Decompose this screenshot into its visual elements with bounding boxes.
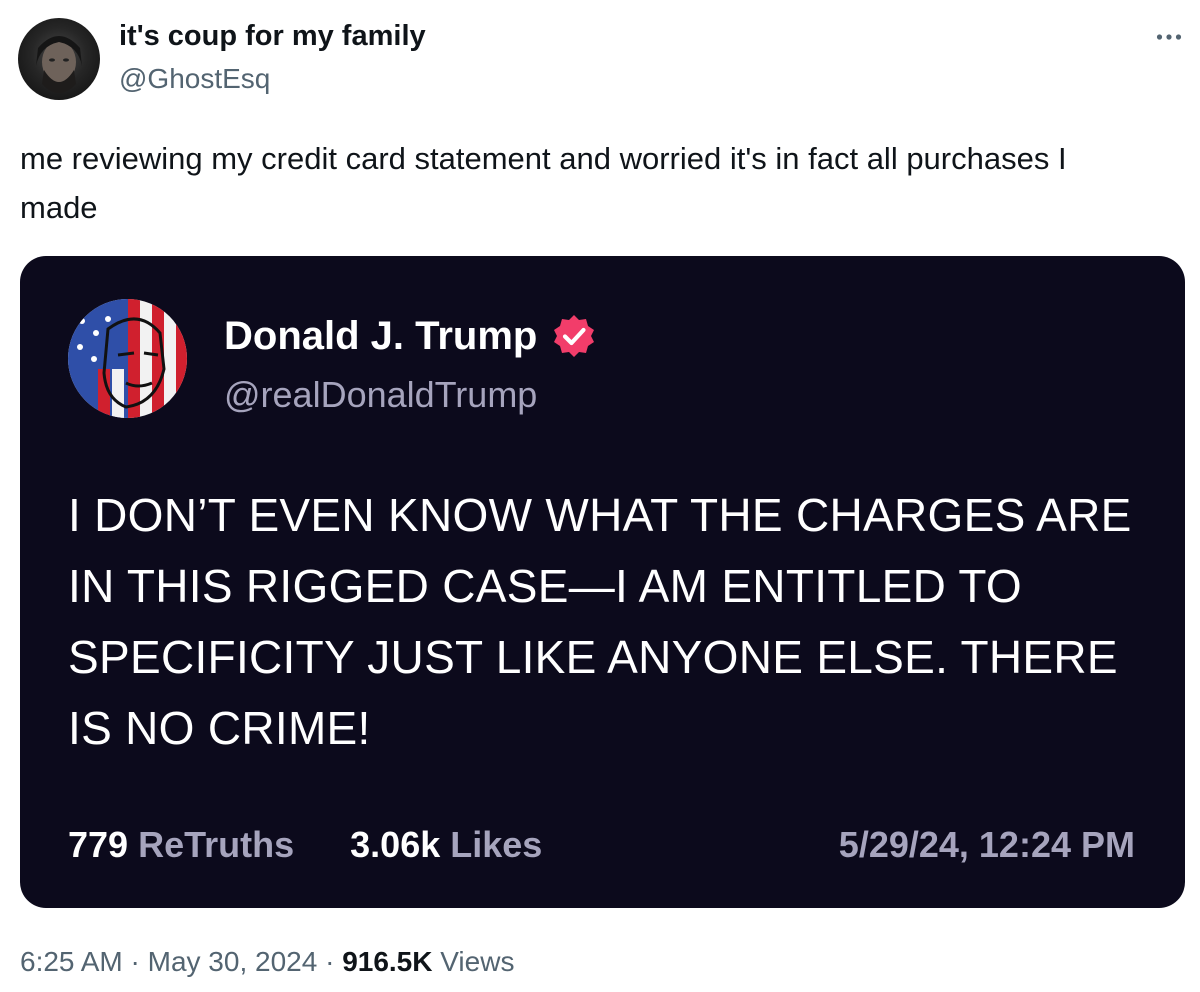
views-label: Views [440, 946, 515, 977]
author-avatar[interactable] [18, 18, 100, 100]
embedded-post-body: I DON’T EVEN KNOW WHAT THE CHARGES ARE I… [68, 489, 1132, 754]
flag-face-avatar-icon [68, 299, 187, 418]
retruths-label: ReTruths [138, 824, 295, 865]
likes-label: Likes [450, 824, 543, 865]
embedded-author-handle: @realDonaldTrump [224, 374, 538, 415]
meta-separator: · [325, 946, 335, 977]
views-count: 916.5K [342, 946, 433, 977]
likes-count: 3.06k [350, 824, 441, 865]
tweet-meta: 6:25 AM · May 30, 2024 · 916.5K Views [20, 946, 514, 978]
embedded-author-name: Donald J. Trump [224, 313, 597, 359]
profile-photo-icon [36, 36, 82, 93]
tweet: it's coup for my family @GhostEsq me rev… [0, 0, 1200, 992]
verified-badge-icon [554, 315, 595, 357]
tweet-text: me reviewing my credit card statement an… [20, 141, 1067, 225]
author-name[interactable]: it's coup for my family [119, 20, 426, 53]
embedded-post-stats: 779 ReTruths 3.06k Likes [68, 824, 542, 866]
embedded-author-avatar [68, 299, 187, 418]
author-handle[interactable]: @GhostEsq [119, 63, 270, 95]
tweet-time[interactable]: 6:25 AM [20, 946, 123, 977]
embedded-post-image[interactable]: Donald J. Trump @realDonaldTrump I DON’T… [20, 256, 1185, 908]
ellipsis-icon [1156, 34, 1182, 40]
more-options-button[interactable] [1150, 22, 1188, 52]
meta-separator: · [130, 946, 140, 977]
tweet-date[interactable]: May 30, 2024 [148, 946, 318, 977]
embedded-author-name-text: Donald J. Trump [224, 313, 538, 358]
embedded-post-date: 5/29/24, 12:24 PM [838, 824, 1135, 865]
retruths-count: 779 [68, 824, 129, 865]
